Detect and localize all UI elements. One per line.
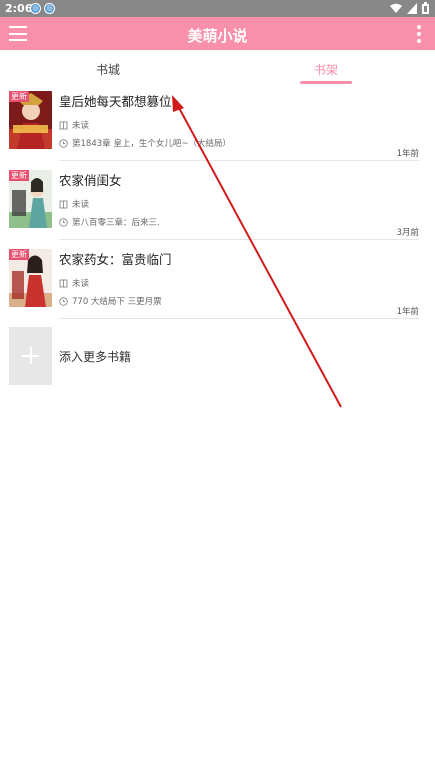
clock-icon [59, 138, 68, 148]
divider [59, 160, 419, 161]
update-time: 1年前 [396, 307, 419, 317]
divider [59, 318, 419, 319]
book-cover: 更新 [9, 170, 52, 228]
latest-chapter: 第1843章 皇上，生个女儿吧~（大结局） [59, 137, 231, 149]
read-status-label: 未读 [72, 279, 90, 289]
app-title: 美萌小说 [187, 27, 248, 45]
latest-chapter: 770 大结局下 三更月票 [59, 295, 162, 307]
divider [59, 239, 419, 240]
book-icon [59, 121, 68, 129]
read-status-label: 未读 [72, 121, 90, 131]
read-status: 未读 [59, 277, 89, 289]
read-status: 未读 [59, 198, 89, 210]
update-time: 3月前 [396, 228, 419, 238]
notification-app-icon: ◎ [44, 3, 55, 14]
book-cover: 更新 [9, 91, 52, 149]
update-time: 1年前 [396, 149, 419, 159]
book-item[interactable]: 更新 农家药女：富贵临门 未读 770 大结局下 三更月票 1年前 [0, 249, 435, 327]
latest-chapter-label: 第八百零三章：后来三. [72, 218, 160, 228]
book-title: 皇后她每天都想篡位 [59, 94, 172, 109]
read-status-label: 未读 [72, 200, 90, 210]
update-badge: 更新 [9, 249, 29, 260]
update-badge: 更新 [9, 91, 29, 102]
book-item[interactable]: 更新 皇后她每天都想篡位 未读 第1843章 皇上，生个女儿吧~（大结局） 1年… [0, 91, 435, 169]
read-status: 未读 [59, 119, 89, 131]
battery-icon [422, 2, 429, 14]
latest-chapter-label: 第1843章 皇上，生个女儿吧~（大结局） [72, 139, 231, 149]
update-badge: 更新 [9, 170, 29, 181]
status-time: 2:06 [5, 2, 33, 15]
plus-icon [9, 327, 52, 385]
tab-bar: 书城 书架 [0, 50, 435, 88]
add-more-books-label: 添入更多书籍 [59, 350, 132, 364]
system-icons [390, 2, 429, 14]
book-icon [59, 200, 68, 208]
notification-app-icon: ◎ [30, 3, 41, 14]
app-bar: 美萌小说 [0, 17, 435, 50]
latest-chapter-label: 770 大结局下 三更月票 [72, 297, 162, 307]
status-bar: 2:06 ◎ ◎ [0, 0, 435, 17]
add-more-books-button[interactable]: 添入更多书籍 [0, 327, 435, 385]
book-item[interactable]: 更新 农家俏闺女 未读 第八百零三章：后来三. 3月前 [0, 170, 435, 248]
clock-icon [59, 217, 68, 227]
tab-bookshelf[interactable]: 书架 [314, 61, 338, 78]
overflow-menu-icon[interactable] [417, 25, 421, 43]
latest-chapter: 第八百零三章：后来三. [59, 216, 160, 228]
wifi-icon [390, 3, 402, 13]
cell-signal-icon [407, 2, 417, 14]
clock-icon [59, 296, 68, 306]
book-title: 农家药女：富贵临门 [59, 252, 172, 267]
tab-bookstore[interactable]: 书城 [96, 61, 120, 78]
book-icon [59, 279, 68, 287]
active-tab-indicator [300, 81, 352, 84]
book-title: 农家俏闺女 [59, 173, 122, 188]
book-cover: 更新 [9, 249, 52, 307]
